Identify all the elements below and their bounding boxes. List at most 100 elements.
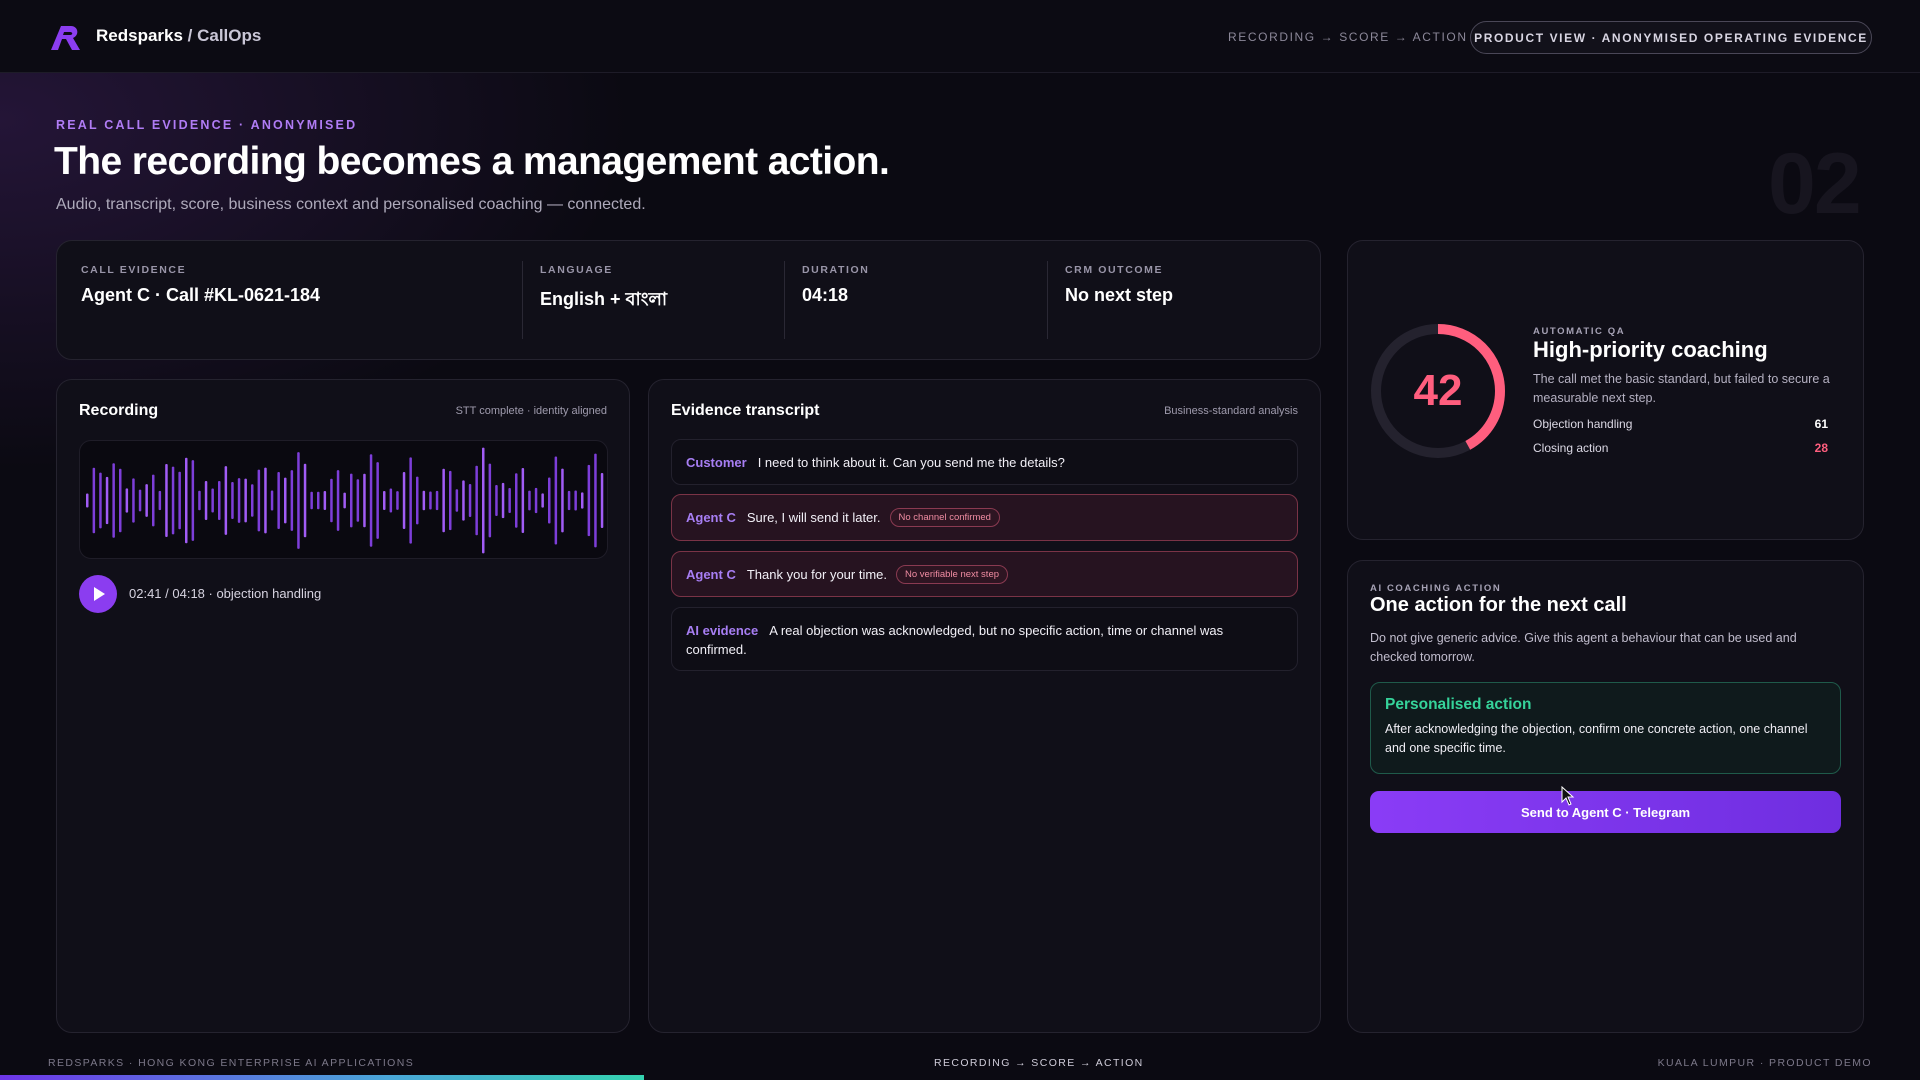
footer-location: KUALA LUMPUR · PRODUCT DEMO xyxy=(1657,1057,1872,1069)
waveform-bar xyxy=(145,484,148,517)
waveform-bar xyxy=(99,472,102,529)
waveform-bar xyxy=(567,490,571,511)
transcript-row-agent-flagged[interactable]: Agent C Sure, I will send it later. No c… xyxy=(671,494,1298,541)
waveform-bar xyxy=(165,464,168,537)
waveform-bar xyxy=(468,484,472,517)
transcript-row-agent-flagged[interactable]: Agent C Thank you for your time. No veri… xyxy=(671,551,1298,597)
waveform-bar xyxy=(303,463,307,538)
speaker-label: AI evidence xyxy=(686,623,759,638)
metric-objection-handling: Objection handling 61 xyxy=(1533,417,1828,431)
transcript-row-customer[interactable]: Customer I need to think about it. Can y… xyxy=(671,439,1298,485)
waveform-bar xyxy=(132,478,135,523)
top-bar: Redsparks / CallOps RECORDING → SCORE → … xyxy=(0,0,1920,73)
waveform-bar xyxy=(515,473,518,528)
waveform-bar xyxy=(86,493,89,508)
waveform-bar xyxy=(290,470,294,531)
redsparks-logo-icon[interactable] xyxy=(47,22,83,52)
issue-tag: No verifiable next step xyxy=(896,564,1009,584)
waveform-bar xyxy=(534,487,538,514)
waveform-bar xyxy=(422,490,426,511)
waveform-bar xyxy=(581,492,584,509)
waveform-bar xyxy=(416,476,419,525)
waveform-bar xyxy=(125,488,129,513)
waveform-bar xyxy=(376,462,379,539)
waveform-bar xyxy=(455,489,459,512)
waveform-bar xyxy=(396,491,399,510)
audio-waveform[interactable] xyxy=(79,440,608,559)
meta-label: LANGUAGE xyxy=(540,264,613,276)
waveform-bar xyxy=(488,463,492,538)
speaker-label: Agent C xyxy=(686,566,736,582)
transcript-row-ai-evidence[interactable]: AI evidence A real objection was acknowle… xyxy=(671,607,1298,671)
coaching-eyebrow: AI COACHING ACTION xyxy=(1370,583,1502,594)
meta-language: LANGUAGE English + বাংলা xyxy=(522,261,784,339)
brand-name[interactable]: Redsparks / CallOps xyxy=(96,26,261,46)
mouse-cursor-icon xyxy=(1561,786,1575,806)
waveform-bar xyxy=(112,463,115,538)
metric-value: 28 xyxy=(1814,441,1828,455)
page-number: 02 xyxy=(1768,136,1862,232)
waveform-bar xyxy=(218,481,221,520)
page-title: The recording becomes a management actio… xyxy=(54,140,890,183)
waveform-bar xyxy=(198,490,201,511)
send-telegram-button[interactable]: Send to Agent C · Telegram xyxy=(1370,791,1841,833)
waveform-bar xyxy=(264,467,267,534)
transcript-note: Business-standard analysis xyxy=(1164,405,1298,417)
waveform-bar xyxy=(317,491,320,510)
utterance-text: I need to think about it. Can you send m… xyxy=(757,454,1065,470)
slide-progress-bar xyxy=(0,1075,644,1080)
utterance-text: Sure, I will send it later. xyxy=(746,510,881,525)
brand-label: Redsparks xyxy=(96,26,183,45)
waveform-bar xyxy=(587,464,591,537)
page-subtitle: Audio, transcript, score, business conte… xyxy=(56,196,646,213)
waveform-bar xyxy=(369,454,373,547)
waveform-bar xyxy=(475,465,478,536)
waveform-bar xyxy=(191,460,195,541)
waveform-bar xyxy=(574,490,577,511)
meta-label: CALL EVIDENCE xyxy=(81,264,187,276)
recording-title: Recording xyxy=(79,402,159,419)
meta-value: Agent C · Call #KL-0621-184 xyxy=(81,285,321,305)
meta-label: DURATION xyxy=(802,264,870,276)
waveform-bar xyxy=(350,473,353,528)
qa-score-value: 42 xyxy=(1414,366,1463,415)
transcript-card: Evidence transcript Business-standard an… xyxy=(648,379,1321,1033)
waveform-bar xyxy=(138,489,142,512)
transcript-title: Evidence transcript xyxy=(671,402,820,419)
waveform-bar xyxy=(277,472,280,529)
play-button[interactable] xyxy=(79,575,117,613)
meta-value: English + বাংলা xyxy=(540,289,668,309)
waveform-bar xyxy=(363,473,366,528)
call-meta-card: CALL EVIDENCE Agent C · Call #KL-0621-18… xyxy=(56,240,1321,360)
waveform-bar xyxy=(244,478,247,523)
speaker-label: Agent C xyxy=(686,510,736,525)
qa-description: The call met the basic standard, but fai… xyxy=(1533,372,1830,405)
waveform-bar xyxy=(171,466,175,535)
waveform-bar xyxy=(521,467,525,534)
waveform-bar xyxy=(211,488,214,513)
waveform-bar xyxy=(152,474,155,527)
meta-label: CRM OUTCOME xyxy=(1065,264,1164,276)
waveform-bar xyxy=(158,490,162,511)
waveform-bar xyxy=(178,471,181,530)
waveform-bar xyxy=(92,467,96,534)
metric-label: Objection handling xyxy=(1533,417,1633,431)
personalised-action-text: After acknowledging the objection, confi… xyxy=(1385,722,1808,755)
meta-crm-outcome: CRM OUTCOME No next step xyxy=(1047,261,1297,339)
metric-closing-action: Closing action 28 xyxy=(1533,441,1828,455)
hero-eyebrow: REAL CALL EVIDENCE · ANONYMISED xyxy=(56,118,358,132)
waveform-bar xyxy=(594,453,597,548)
waveform-bar xyxy=(600,473,604,528)
waveform-graphic[interactable] xyxy=(80,441,608,559)
waveform-bar xyxy=(495,484,498,517)
waveform-bar xyxy=(462,480,465,521)
waveform-bar xyxy=(251,484,254,517)
automatic-qa-card: 42 AUTOMATIC QA High-priority coaching T… xyxy=(1347,240,1864,540)
waveform-bar xyxy=(356,479,360,522)
speaker-label: Customer xyxy=(686,454,747,470)
waveform-bar xyxy=(119,468,122,533)
waveform-bar xyxy=(185,457,188,544)
waveform-bar xyxy=(435,490,439,511)
utterance-text: Thank you for your time. xyxy=(746,566,888,582)
waveform-bar xyxy=(330,478,333,523)
